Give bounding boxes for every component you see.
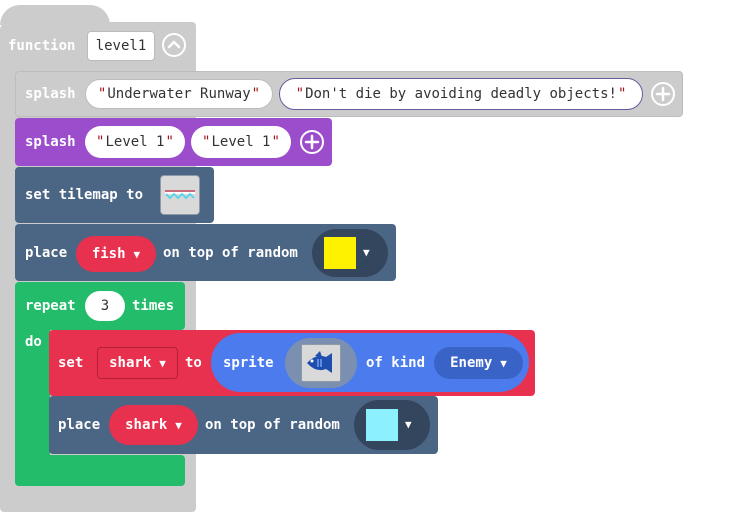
- fish-variable-dropdown[interactable]: fish ▼: [76, 236, 156, 272]
- chevron-down-icon: ▼: [405, 418, 412, 431]
- quote-close-icon: ": [271, 134, 280, 150]
- repeat-times-label: times: [132, 298, 175, 314]
- quote-open-icon: ": [97, 86, 107, 102]
- splash-subtitle-text: Don't die by avoiding deadly objects!: [305, 86, 617, 102]
- plus-circle-icon[interactable]: [651, 82, 675, 106]
- quote-open-icon: ": [295, 86, 305, 102]
- quote-open-icon: ": [96, 134, 105, 150]
- repeat-keyword: repeat: [25, 298, 76, 314]
- chevron-down-icon: ▼: [500, 356, 507, 370]
- plus-circle-icon[interactable]: [300, 130, 324, 154]
- splash-title-text: Level 1: [105, 134, 165, 150]
- variable-label: fish: [91, 246, 126, 262]
- sprite-image-field[interactable]: [285, 338, 357, 388]
- cyan-tile-swatch: [366, 409, 398, 441]
- splash-keyword: splash: [25, 86, 76, 102]
- repeat-count-input[interactable]: 3: [85, 291, 125, 321]
- chevron-down-icon: ▼: [133, 247, 141, 261]
- quote-close-icon: ": [165, 134, 174, 150]
- chevron-up-circle-icon[interactable]: [162, 33, 186, 57]
- quote-close-icon: ": [617, 86, 627, 102]
- to-label: to: [185, 355, 202, 371]
- chevron-down-icon: ▼: [175, 418, 182, 432]
- fish-sprite-icon: [301, 344, 341, 382]
- kind-dropdown[interactable]: Enemy ▼: [434, 347, 523, 379]
- function-name-text: level1: [95, 38, 147, 54]
- yellow-tile-swatch: [324, 237, 356, 269]
- on-top-of-random-label: on top of random: [205, 417, 340, 433]
- tile-color-dropdown[interactable]: ▼: [354, 400, 430, 450]
- variable-label: shark: [125, 417, 168, 433]
- chevron-down-icon: ▼: [363, 246, 370, 259]
- repeat-footer: [15, 455, 185, 486]
- quote-close-icon: ": [251, 86, 261, 102]
- variable-label: shark: [109, 355, 152, 371]
- repeat-count-text: 3: [100, 298, 110, 314]
- repeat-do-label: do: [25, 334, 42, 350]
- function-keyword: function: [8, 38, 76, 54]
- splash-title-input[interactable]: " Level 1 ": [85, 126, 185, 158]
- place-keyword: place: [25, 245, 68, 261]
- kind-value: Enemy: [450, 355, 493, 371]
- shark-variable-dropdown[interactable]: shark ▼: [97, 347, 178, 379]
- splash-title-text: Underwater Runway: [107, 86, 251, 102]
- function-header: [0, 5, 110, 25]
- splash-subtitle-text: Level 1: [211, 134, 271, 150]
- function-name-field[interactable]: level1: [87, 31, 155, 61]
- set-tilemap-label: set tilemap to: [25, 187, 144, 203]
- splash-title-input[interactable]: " Underwater Runway ": [85, 79, 273, 109]
- quote-open-icon: ": [202, 134, 211, 150]
- on-top-of-random-label: on top of random: [163, 245, 298, 261]
- shark-variable-dropdown[interactable]: shark ▼: [109, 405, 198, 445]
- splash-subtitle-input[interactable]: " Level 1 ": [191, 126, 291, 158]
- splash-keyword: splash: [25, 134, 76, 150]
- splash-subtitle-input[interactable]: " Don't die by avoiding deadly objects! ": [279, 78, 643, 110]
- tilemap-thumbnail-icon[interactable]: [160, 175, 200, 215]
- sprite-keyword: sprite: [223, 355, 274, 371]
- set-keyword: set: [58, 355, 84, 371]
- chevron-down-icon: ▼: [159, 356, 166, 370]
- of-kind-label: of kind: [366, 355, 426, 371]
- place-keyword: place: [58, 417, 101, 433]
- tile-color-dropdown[interactable]: ▼: [312, 229, 388, 277]
